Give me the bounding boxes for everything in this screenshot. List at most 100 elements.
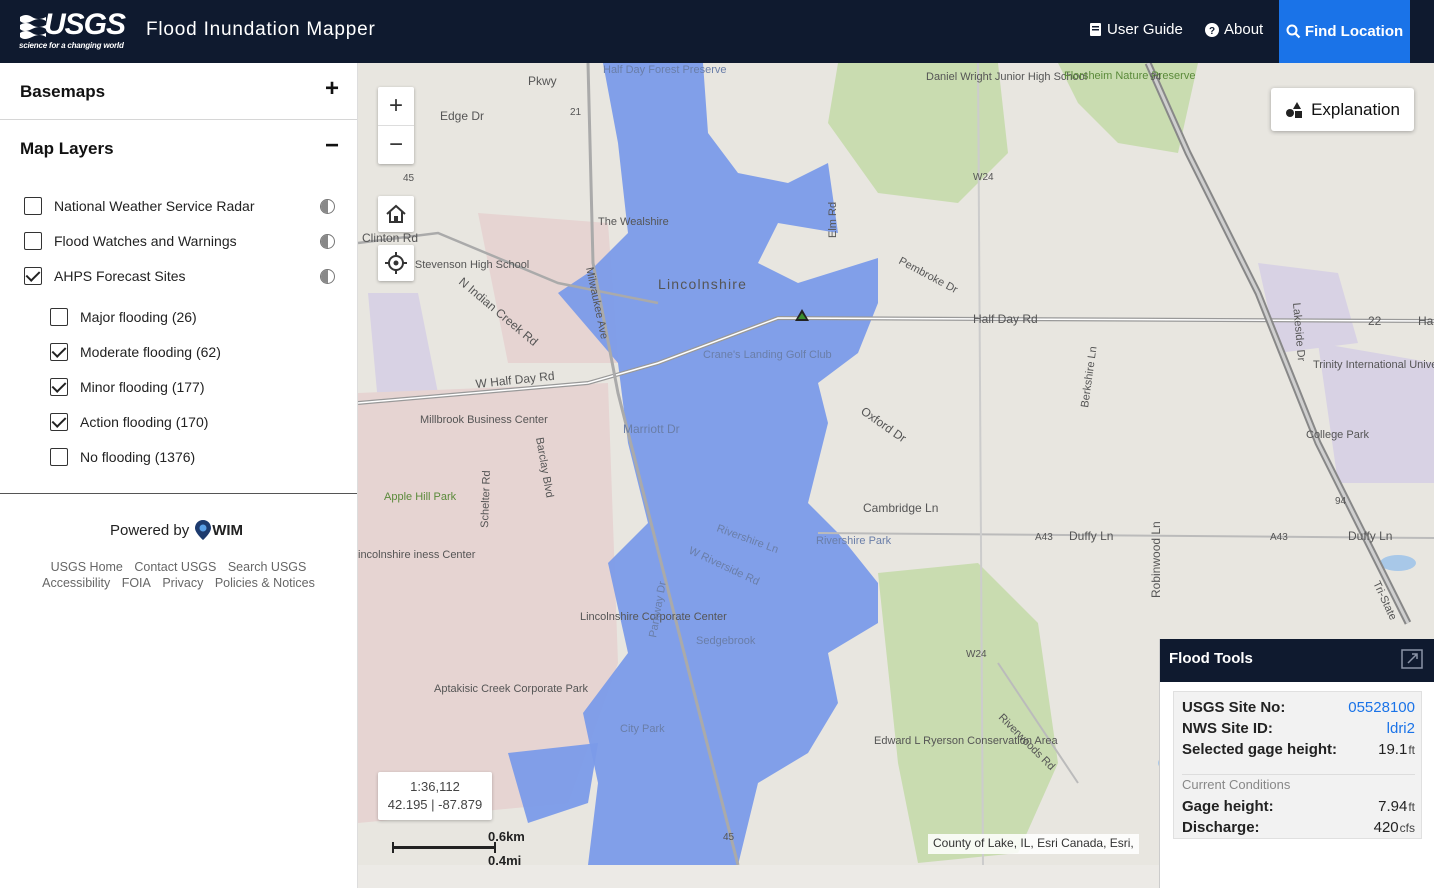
opacity-icon[interactable]: [320, 234, 335, 249]
map-layers-header[interactable]: Map Layers −: [0, 120, 357, 177]
discharge-row: Discharge: 420cfs: [1182, 819, 1415, 836]
about-link[interactable]: ? About: [1205, 21, 1263, 38]
layer-flood-watches[interactable]: Flood Watches and Warnings: [24, 232, 237, 250]
layer-checkbox[interactable]: [24, 232, 42, 250]
svg-text:45: 45: [723, 832, 735, 843]
discharge-label: Discharge:: [1182, 819, 1260, 836]
sublayer-major[interactable]: Major flooding (26): [50, 308, 197, 326]
svg-text:Aptakisic Creek Corporate Park: Aptakisic Creek Corporate Park: [434, 683, 589, 695]
discharge-unit: cfs: [1399, 821, 1415, 835]
usgs-tagline: science for a changing world: [19, 41, 124, 50]
gage-height-value: 7.94: [1378, 798, 1408, 815]
footer-link[interactable]: Search USGS: [228, 560, 307, 574]
flood-tools-card: USGS Site No: 05528100 NWS Site ID: ldri…: [1173, 691, 1422, 839]
sublayer-checkbox[interactable]: [50, 413, 68, 431]
svg-text:?: ?: [1209, 26, 1215, 37]
svg-text:Half Day Forest Preserve: Half Day Forest Preserve: [603, 64, 726, 76]
footer-link[interactable]: FOIA: [122, 576, 151, 590]
footer-link[interactable]: Accessibility: [42, 576, 110, 590]
sublayer-checkbox[interactable]: [50, 308, 68, 326]
powered-by: Powered by WIM: [110, 519, 243, 541]
current-conditions-heading: Current Conditions: [1182, 777, 1291, 792]
svg-text:Duffy Ln: Duffy Ln: [1069, 529, 1113, 543]
sublayer-label: Major flooding (26): [80, 309, 197, 325]
selected-gage-label: Selected gage height:: [1182, 741, 1338, 758]
footer-links-row2: Accessibility FOIA Privacy Policies & No…: [0, 576, 357, 590]
svg-text:Half Day Rd: Half Day Rd: [973, 312, 1038, 326]
basemaps-header[interactable]: Basemaps +: [0, 63, 357, 120]
wim-logo[interactable]: WIM: [194, 519, 243, 541]
layer-checkbox[interactable]: [24, 197, 42, 215]
sublayer-minor[interactable]: Minor flooding (177): [50, 378, 205, 396]
gage-height-unit: ft: [1408, 800, 1415, 814]
home-icon: [386, 204, 406, 223]
map-scale: 1:36,112: [410, 779, 460, 794]
user-guide-link[interactable]: User Guide: [1089, 21, 1183, 38]
opacity-icon[interactable]: [320, 269, 335, 284]
home-button[interactable]: [378, 196, 414, 232]
locate-button[interactable]: [378, 245, 414, 281]
svg-text:Millbrook Business Center: Millbrook Business Center: [420, 414, 548, 426]
card-divider: [1182, 774, 1415, 775]
svg-text:Robinwood Ln: Robinwood Ln: [1149, 521, 1163, 598]
question-circle-icon: ?: [1205, 22, 1219, 37]
svg-text:94: 94: [1335, 496, 1347, 507]
map-layers-title: Map Layers: [20, 139, 114, 158]
sublayer-checkbox[interactable]: [50, 343, 68, 361]
svg-text:W24: W24: [973, 172, 994, 183]
svg-text:94: 94: [1150, 72, 1162, 83]
footer-link[interactable]: USGS Home: [51, 560, 123, 574]
search-icon: [1286, 24, 1301, 39]
zoom-in-button[interactable]: +: [378, 87, 414, 125]
scale-readout: 1:36,112 42.195 | -87.879: [378, 772, 492, 820]
map-coordinates: 42.195 | -87.879: [387, 797, 483, 812]
sublayer-moderate[interactable]: Moderate flooding (62): [50, 343, 221, 361]
gage-height-row: Gage height: 7.94ft: [1182, 798, 1415, 815]
sublayer-no-flooding[interactable]: No flooding (1376): [50, 448, 195, 466]
discharge-value: 420: [1373, 819, 1399, 836]
svg-text:Cambridge Ln: Cambridge Ln: [863, 501, 938, 515]
collapse-icon[interactable]: −: [325, 134, 339, 158]
layer-ahps-sites[interactable]: AHPS Forecast Sites: [24, 267, 186, 285]
sidebar: Basemaps + Map Layers − National Weather…: [0, 63, 358, 888]
layer-nws-radar[interactable]: National Weather Service Radar: [24, 197, 255, 215]
svg-text:W24: W24: [966, 649, 987, 660]
zoom-out-button[interactable]: −: [378, 125, 414, 163]
sublayer-checkbox[interactable]: [50, 448, 68, 466]
svg-text:Schelter Rd: Schelter Rd: [479, 470, 493, 528]
opacity-icon[interactable]: [320, 199, 335, 214]
explanation-button[interactable]: Explanation: [1271, 88, 1414, 131]
app-title: Flood Inundation Mapper: [146, 19, 376, 40]
layer-checkbox[interactable]: [24, 267, 42, 285]
site-no-link[interactable]: 05528100: [1348, 699, 1415, 716]
svg-text:Crane's Landing Golf Club: Crane's Landing Golf Club: [703, 349, 832, 361]
expand-icon[interactable]: [1401, 649, 1423, 669]
nws-id-link[interactable]: ldri2: [1387, 720, 1415, 737]
user-guide-label: User Guide: [1107, 21, 1183, 38]
usgs-logo-text: USGS: [44, 8, 126, 41]
svg-text:Florsheim Nature Preserve: Florsheim Nature Preserve: [1064, 70, 1195, 82]
sublayer-action[interactable]: Action flooding (170): [50, 413, 208, 431]
flood-tools-header: Flood Tools: [1160, 639, 1434, 682]
footer-links-row1: USGS Home Contact USGS Search USGS: [0, 560, 357, 574]
svg-text:Rivershire Park: Rivershire Park: [816, 535, 892, 547]
sublayer-checkbox[interactable]: [50, 378, 68, 396]
svg-text:A43: A43: [1270, 532, 1288, 543]
selected-gage-row: Selected gage height: 19.1ft: [1182, 741, 1415, 758]
svg-text:Trinity International Universi: Trinity International University: [1313, 359, 1434, 371]
layer-label: Flood Watches and Warnings: [54, 233, 237, 249]
powered-by-label: Powered by: [110, 521, 190, 539]
footer-link[interactable]: Contact USGS: [134, 560, 216, 574]
usgs-logo[interactable]: USGS science for a changing world: [18, 8, 130, 54]
svg-text:Ha: Ha: [1418, 314, 1434, 328]
footer-link[interactable]: Privacy: [162, 576, 203, 590]
expand-icon[interactable]: +: [325, 77, 339, 101]
book-icon: [1090, 23, 1101, 36]
layer-label: AHPS Forecast Sites: [54, 268, 186, 284]
svg-text:A43: A43: [1035, 532, 1053, 543]
sublayer-label: Moderate flooding (62): [80, 344, 221, 360]
footer-link[interactable]: Policies & Notices: [215, 576, 315, 590]
about-label: About: [1224, 21, 1264, 38]
find-location-button[interactable]: Find Location: [1279, 0, 1410, 63]
find-location-label: Find Location: [1304, 23, 1404, 40]
